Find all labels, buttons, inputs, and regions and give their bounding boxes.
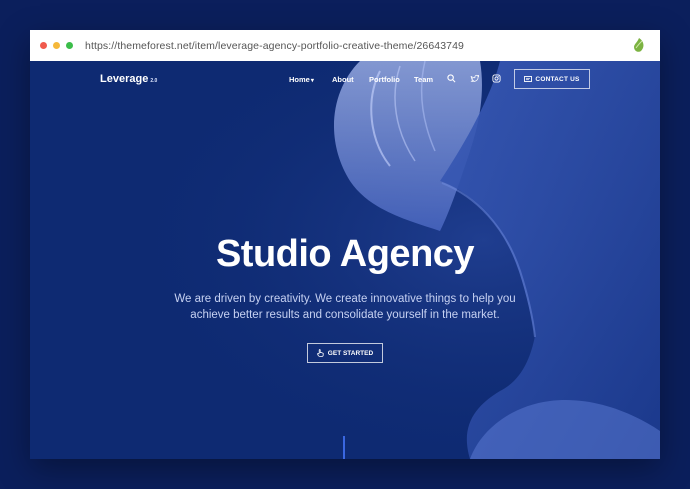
top-navigation: Leverage2.0 Home▾ About Portfolio Team [30, 61, 660, 99]
get-started-label: GET STARTED [327, 349, 374, 357]
nav-link-team[interactable]: Team [414, 75, 433, 84]
instagram-icon[interactable] [492, 74, 501, 83]
hero-subtitle: We are driven by creativity. We create i… [174, 293, 516, 321]
contact-us-label: CONTACT US [535, 75, 580, 83]
logo-text: Leverage [100, 73, 149, 85]
address-bar[interactable]: https://themeforest.net/item/leverage-ag… [30, 30, 660, 61]
scroll-indicator[interactable] [343, 436, 345, 459]
nav-link-home[interactable]: Home▾ [289, 75, 314, 84]
message-icon [524, 75, 533, 82]
browser-window: https://themeforest.net/item/leverage-ag… [30, 30, 660, 459]
logo-version: 2.0 [150, 78, 158, 84]
nav-link-portfolio[interactable]: Portfolio [369, 75, 400, 84]
twitter-icon[interactable] [470, 74, 479, 83]
get-started-button[interactable]: GET STARTED [307, 343, 383, 363]
contact-us-button[interactable]: CONTACT US [514, 69, 590, 89]
close-window-button[interactable] [40, 42, 47, 49]
page-viewport: Leverage2.0 Home▾ About Portfolio Team [30, 61, 660, 459]
search-icon[interactable] [447, 74, 456, 83]
hand-pointer-icon [316, 349, 324, 357]
minimize-window-button[interactable] [53, 42, 60, 49]
nav-link-about[interactable]: About [332, 75, 354, 84]
maximize-window-button[interactable] [66, 42, 73, 49]
envato-leaf-icon[interactable] [632, 37, 646, 53]
chevron-down-icon: ▾ [310, 78, 314, 84]
hero-title: Studio Agency [215, 233, 475, 275]
url-text[interactable]: https://themeforest.net/item/leverage-ag… [85, 40, 464, 52]
site-logo[interactable]: Leverage 2.0 [100, 73, 157, 85]
nav-link-label: Home [289, 75, 310, 84]
